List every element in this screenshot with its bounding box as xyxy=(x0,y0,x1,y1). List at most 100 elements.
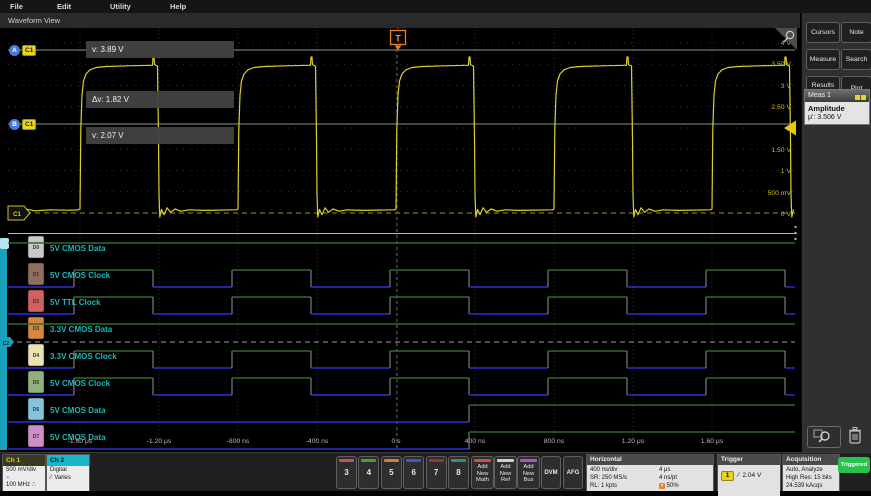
digital-badge-label-D4: D4 xyxy=(33,353,40,359)
time-axis-label: 0 s xyxy=(391,438,401,445)
digital-channel-label-D1: 5V CMOS Clock xyxy=(50,271,111,280)
channel-7-button[interactable]: 7 xyxy=(426,456,447,489)
separator-grip-icon[interactable] xyxy=(794,226,796,228)
ch2-badge[interactable]: Ch 2 Digital ∕: Varies xyxy=(46,454,90,491)
tab-waveform-view[interactable]: Waveform View xyxy=(8,16,60,25)
channel-color-stripe xyxy=(339,459,354,462)
add-color-stripe xyxy=(497,459,514,462)
menu-file[interactable]: File xyxy=(10,2,23,11)
voltage-axis-label: 1 V xyxy=(781,168,792,175)
afg-button[interactable]: AFG xyxy=(563,456,583,489)
cursor-a-badge: A xyxy=(9,45,20,56)
cursor-a-readout: v: 3.89 V xyxy=(86,41,234,58)
add-button-label: AddNewMath xyxy=(472,464,493,484)
channel-color-stripe xyxy=(361,459,376,462)
digital-badge-label-D5: D5 xyxy=(33,380,40,386)
rising-edge-icon: ∕ xyxy=(738,472,739,479)
channel-color-stripe xyxy=(429,459,444,462)
cursor-a-handle[interactable]: A C1 xyxy=(9,44,36,56)
digital-badge-label-D1: D1 xyxy=(33,272,40,278)
channel-color-stripe xyxy=(384,459,399,462)
channel-3-button[interactable]: 3 xyxy=(336,456,357,489)
channel-8-button[interactable]: 8 xyxy=(448,456,469,489)
trigger-level: 2.04 V xyxy=(743,472,762,479)
add-button-label: AddNewBus xyxy=(518,464,539,484)
voltage-axis-label: 2.50 V xyxy=(771,104,791,111)
cursor-a-channel-tag: C1 xyxy=(22,45,36,56)
time-axis-label: -800 ns xyxy=(227,438,250,445)
trigger-position-icon: T xyxy=(659,483,665,489)
horizontal-position: 50% xyxy=(667,483,679,489)
time-axis-label: 800 ns xyxy=(544,438,565,445)
time-axis-label: -1.20 μs xyxy=(147,438,172,445)
channel-color-stripe xyxy=(451,459,466,462)
dvm-button[interactable]: DVM xyxy=(541,456,561,489)
time-axis-label: 400 ns xyxy=(465,438,486,445)
ch1-bandwidth: 100 MHz xyxy=(6,482,30,488)
meas-status-squares-icon xyxy=(854,93,866,105)
digital-group-marker-label: C2 xyxy=(3,341,10,347)
channel-4-button[interactable]: 4 xyxy=(358,456,379,489)
horizontal-badge[interactable]: Horizontal 400 ns/div SR: 250 MS/s RL: 1… xyxy=(586,454,714,491)
cursor-b-handle[interactable]: B C1 xyxy=(9,118,36,130)
waveform-canvas: 4 V3.50 V3 V2.50 V1.50 V1 V500 mV0 VD05V… xyxy=(0,0,871,490)
channel-6-button[interactable]: 6 xyxy=(403,456,424,489)
trash-button[interactable] xyxy=(846,425,866,447)
results-bar: Add New... Cursors Note Measure Search R… xyxy=(801,0,871,452)
ch2-threshold: ∕: Varies xyxy=(50,475,89,483)
digital-channel-label-D0: 5V CMOS Data xyxy=(50,244,106,253)
search-button[interactable]: Search xyxy=(841,49,871,70)
trigger-badge[interactable]: Trigger 1 ∕ 2.04 V xyxy=(717,454,781,491)
acquisition-badge[interactable]: Acquisition Auto, Analyze High Res: 15 b… xyxy=(782,454,840,491)
time-axis-label: -400 ns xyxy=(306,438,329,445)
channel-5-button[interactable]: 5 xyxy=(381,456,402,489)
settings-bar: Ch 1 500 mV/div ⌁ 100 MHz ⎍ Ch 2 Digital… xyxy=(0,452,871,491)
channel-number: 4 xyxy=(359,468,378,477)
add-new-bus-button[interactable]: AddNewBus xyxy=(517,456,540,489)
cursor-b-channel-tag: C1 xyxy=(22,119,36,130)
voltage-axis-label: 3 V xyxy=(781,83,792,90)
separator-grip-icon[interactable] xyxy=(794,232,796,234)
digital-badge-label-D6: D6 xyxy=(33,407,40,413)
trash-icon xyxy=(846,425,864,445)
digital-channel-label-D5: 5V CMOS Clock xyxy=(50,379,111,388)
horizontal-title: Horizontal xyxy=(587,455,713,465)
separator-grip-icon[interactable] xyxy=(794,238,796,240)
cursor-b-badge: B xyxy=(9,119,20,130)
trigger-indicator-label: T xyxy=(395,34,401,44)
acquisition-title: Acquisition xyxy=(783,455,839,465)
add-color-stripe xyxy=(520,459,537,462)
ch1-badge[interactable]: Ch 1 500 mV/div ⌁ 100 MHz ⎍ xyxy=(2,454,46,491)
add-new-math-button[interactable]: AddNewMath xyxy=(471,456,494,489)
channel-number: 7 xyxy=(427,468,446,477)
horizontal-scale: 400 ns/div xyxy=(590,466,713,474)
trigger-title: Trigger xyxy=(718,455,780,465)
menu-help[interactable]: Help xyxy=(170,2,186,11)
probe-icon: ⌁ xyxy=(6,475,45,483)
cursor-delta-readout: Δv: 1.82 V xyxy=(86,91,234,108)
ch1-name: Ch 1 xyxy=(3,455,45,466)
time-axis-label: -1.60 μs xyxy=(68,438,93,445)
ch2-mode: Digital xyxy=(50,467,89,475)
ch1-ground-marker-label: C1 xyxy=(13,212,21,218)
trigger-status-indicator: Triggered xyxy=(838,457,870,473)
digital-badge-label-D0: D0 xyxy=(33,245,40,251)
cursor-b-readout: v: 2.07 V xyxy=(86,127,234,144)
zoom-tool-button[interactable] xyxy=(807,426,841,448)
add-new-ref-button[interactable]: AddNewRef xyxy=(494,456,517,489)
voltage-axis-label: 3.50 V xyxy=(771,61,791,68)
measurement-badge[interactable]: Meas 1 Amplitude μ': 3.506 V xyxy=(804,89,870,125)
channel-number: 6 xyxy=(404,468,423,477)
measure-button[interactable]: Measure xyxy=(806,49,840,70)
trigger-source-badge: 1 xyxy=(721,471,734,481)
note-button[interactable]: Note xyxy=(841,22,871,43)
digital-group-handle-icon[interactable] xyxy=(0,238,9,249)
digital-channel-label-D4: 3.3V CMOS Clock xyxy=(50,352,117,361)
time-axis-label: 1.20 μs xyxy=(622,438,645,445)
cursors-button[interactable]: Cursors xyxy=(806,22,840,43)
menu-utility[interactable]: Utility xyxy=(110,2,131,11)
menu-edit[interactable]: Edit xyxy=(57,2,71,11)
ch2-name: Ch 2 xyxy=(47,455,89,466)
time-axis-label: 1.60 μs xyxy=(701,438,724,445)
channel-number: 8 xyxy=(449,468,468,477)
